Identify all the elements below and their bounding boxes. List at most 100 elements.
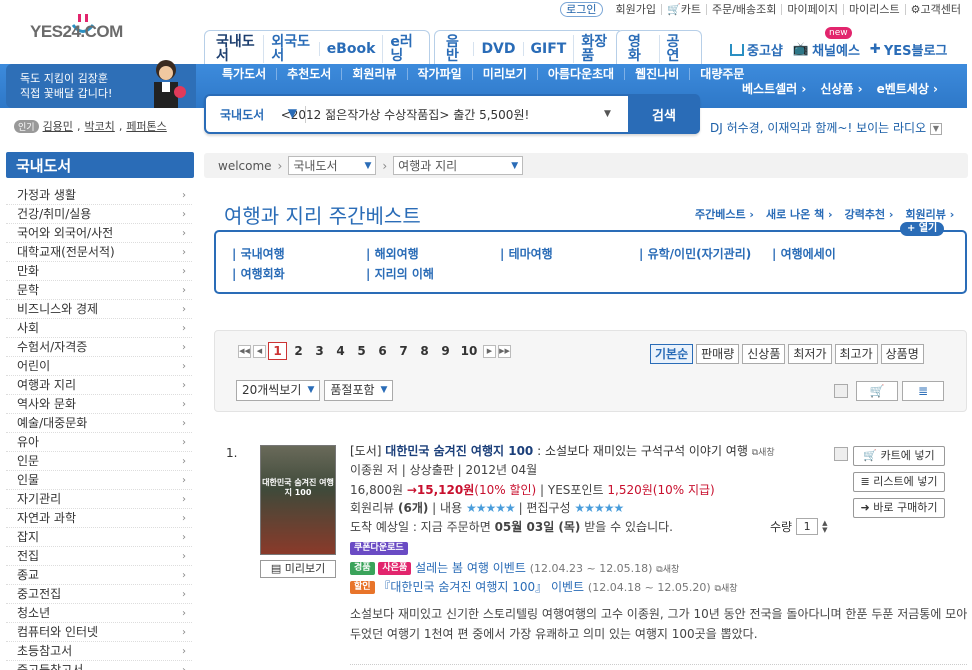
sort-new[interactable]: 신상품 — [742, 344, 786, 364]
subcat-geography[interactable]: | 지리의 이해 — [366, 265, 434, 282]
page-number[interactable]: 8 — [415, 344, 434, 358]
page-number[interactable]: 2 — [289, 344, 308, 358]
popular-keyword[interactable]: 박코치 — [84, 118, 114, 134]
tab-foreign-books[interactable]: 외국도서 — [263, 34, 318, 63]
add-to-list-button[interactable]: ≣ 리스트에 넣기 — [853, 472, 945, 492]
cart-link[interactable]: 🛒카트 — [661, 4, 706, 15]
expand-icon[interactable]: ▼ — [929, 122, 942, 135]
coupon-download-button[interactable]: 쿠폰다운로드 — [350, 542, 408, 555]
new-window-link[interactable]: ⧉새창 — [715, 584, 738, 594]
subcat-theme-travel[interactable]: | 테마여행 — [500, 245, 553, 262]
review-count[interactable]: (6개) — [398, 501, 428, 515]
member-review-link[interactable]: 회원리뷰 › — [905, 206, 954, 222]
tab-performance[interactable]: 공연 — [658, 34, 698, 63]
breadcrumb-category-select[interactable]: 국내도서 ▼ — [288, 156, 377, 175]
weekly-best-link[interactable]: 주간베스트 › — [695, 206, 754, 222]
sort-sales[interactable]: 판매량 — [696, 344, 740, 364]
sidebar-item[interactable]: 가정과 생활 — [6, 186, 192, 205]
sidebar-item[interactable]: 청소년 — [6, 604, 192, 623]
tab-ebook[interactable]: eBook — [318, 41, 383, 56]
subcat-overseas-travel[interactable]: | 해외여행 — [366, 245, 419, 262]
bestseller-link[interactable]: 베스트셀러 › — [742, 80, 806, 97]
page-number[interactable]: 4 — [331, 344, 350, 358]
subcat-travel-essay[interactable]: | 여행에세이 — [772, 245, 836, 262]
list-icon[interactable]: ≣ — [902, 381, 944, 401]
sidebar-item[interactable]: 잡지 — [6, 528, 192, 547]
last-page-icon[interactable]: ▶▶ — [498, 344, 511, 358]
sidebar-item[interactable]: 중고등참고서 — [6, 661, 192, 670]
book-cover[interactable]: 대한민국 숨겨진 여행지 100 — [260, 445, 336, 555]
search-category-select[interactable]: 국내도서 ▼ — [206, 105, 306, 123]
subnav-webzine[interactable]: 웹진나비 — [624, 68, 689, 80]
sidebar-item[interactable]: 비즈니스와 경제 — [6, 300, 192, 319]
event-world-link[interactable]: e벤트세상 › — [877, 80, 938, 97]
subcat-travel-conversation[interactable]: | 여행회화 — [232, 265, 285, 282]
sidebar-item[interactable]: 중고전집 — [6, 585, 192, 604]
page-number[interactable]: 7 — [394, 344, 413, 358]
add-to-cart-button[interactable]: 🛒 카트에 넣기 — [853, 446, 945, 466]
tab-music[interactable]: 음반 — [439, 35, 473, 63]
popular-keyword[interactable]: 페퍼톤스 — [126, 118, 166, 134]
page-number-current[interactable]: 1 — [268, 342, 287, 360]
new-products-link[interactable]: 신상품 › — [820, 80, 862, 97]
subcat-domestic-travel[interactable]: | 국내여행 — [232, 245, 285, 262]
preview-button[interactable]: ▤ 미리보기 — [260, 560, 336, 578]
tab-movie[interactable]: 영화 — [621, 35, 659, 63]
sidebar-item[interactable]: 초등참고서 — [6, 642, 192, 661]
subnav-recommend[interactable]: 추천도서 — [276, 68, 341, 80]
sidebar-item[interactable]: 자기관리 — [6, 490, 192, 509]
page-number[interactable]: 9 — [436, 344, 455, 358]
subcat-study-abroad[interactable]: | 유학/이민(자기관리) — [639, 245, 751, 262]
tab-elearning[interactable]: e러닝 — [382, 34, 425, 63]
order-status-link[interactable]: 주문/배송조회 — [705, 4, 781, 15]
soldout-filter-select[interactable]: 품절포함 ▼ — [324, 380, 394, 401]
page-number[interactable]: 5 — [352, 344, 371, 358]
subnav-bulk[interactable]: 대량주문 — [689, 68, 754, 80]
sidebar-item[interactable]: 건강/취미/실용 — [6, 205, 192, 224]
page-number[interactable]: 10 — [457, 344, 481, 358]
sidebar-item[interactable]: 만화 — [6, 262, 192, 281]
quantity-stepper[interactable]: ▲ ▼ — [822, 519, 827, 534]
first-page-icon[interactable]: ◀◀ — [238, 344, 251, 358]
sort-highest-price[interactable]: 최고가 — [834, 344, 878, 364]
event-link[interactable]: 설레는 봄 여행 이벤트 — [415, 561, 526, 575]
yes-blog-link[interactable]: ✚ YES블로그 — [870, 40, 947, 59]
sidebar-item[interactable]: 유아 — [6, 433, 192, 452]
expand-button[interactable]: + 열기 — [900, 222, 945, 236]
event-link[interactable]: 『대한민국 숨겨진 여행지 100』 이벤트 — [378, 580, 584, 594]
new-books-link[interactable]: 새로 나온 책 › — [766, 206, 833, 222]
sidebar-item[interactable]: 대학교재(전문서적) — [6, 243, 192, 262]
subnav-preview[interactable]: 미리보기 — [471, 68, 537, 80]
tab-gift[interactable]: GIFT — [522, 41, 574, 56]
sort-name[interactable]: 상품명 — [880, 344, 924, 364]
sidebar-item[interactable]: 어린이 — [6, 357, 192, 376]
channel-yes-link[interactable]: 📺 채널예스 — [793, 40, 860, 59]
tab-cosmetics[interactable]: 화장품 — [573, 34, 619, 63]
sidebar-item[interactable]: 종교 — [6, 566, 192, 585]
customer-center-link[interactable]: ⚙고객센터 — [904, 4, 966, 15]
page-size-select[interactable]: 20개씩보기 ▼ — [236, 380, 321, 401]
quantity-input[interactable]: 1 — [796, 518, 819, 535]
sidebar-item[interactable]: 역사와 문화 — [6, 395, 192, 414]
cart-icon[interactable]: 🛒 — [856, 381, 898, 401]
used-shop-link[interactable]: 중고샵 — [730, 40, 783, 59]
mypage-link[interactable]: 마이페이지 — [781, 4, 843, 15]
strong-recommend-link[interactable]: 강력추천 › — [845, 206, 894, 222]
buy-now-button[interactable]: ➜ 바로 구매하기 — [853, 498, 945, 518]
sidebar-item[interactable]: 예술/대중문화 — [6, 414, 192, 433]
sidebar-item[interactable]: 사회 — [6, 319, 192, 338]
subnav-invite[interactable]: 아름다운초대 — [536, 68, 624, 80]
item-title-link[interactable]: 대한민국 숨겨진 여행지 100 — [385, 444, 533, 458]
yes24-logo[interactable]: YES24.COM — [30, 14, 140, 54]
sidebar-item[interactable]: 인물 — [6, 471, 192, 490]
signup-link[interactable]: 회원가입 — [611, 4, 661, 15]
breadcrumb-home[interactable]: welcome — [218, 159, 272, 173]
sidebar-item[interactable]: 전집 — [6, 547, 192, 566]
login-link[interactable]: 로그인 — [560, 2, 603, 17]
breadcrumb-subcategory-select[interactable]: 여행과 지리 ▼ — [393, 156, 524, 175]
page-number[interactable]: 6 — [373, 344, 392, 358]
sidebar-item[interactable]: 문학 — [6, 281, 192, 300]
sidebar-item[interactable]: 수험서/자격증 — [6, 338, 192, 357]
sort-default[interactable]: 기본순 — [650, 344, 694, 364]
mylist-link[interactable]: 마이리스트 — [843, 4, 905, 15]
